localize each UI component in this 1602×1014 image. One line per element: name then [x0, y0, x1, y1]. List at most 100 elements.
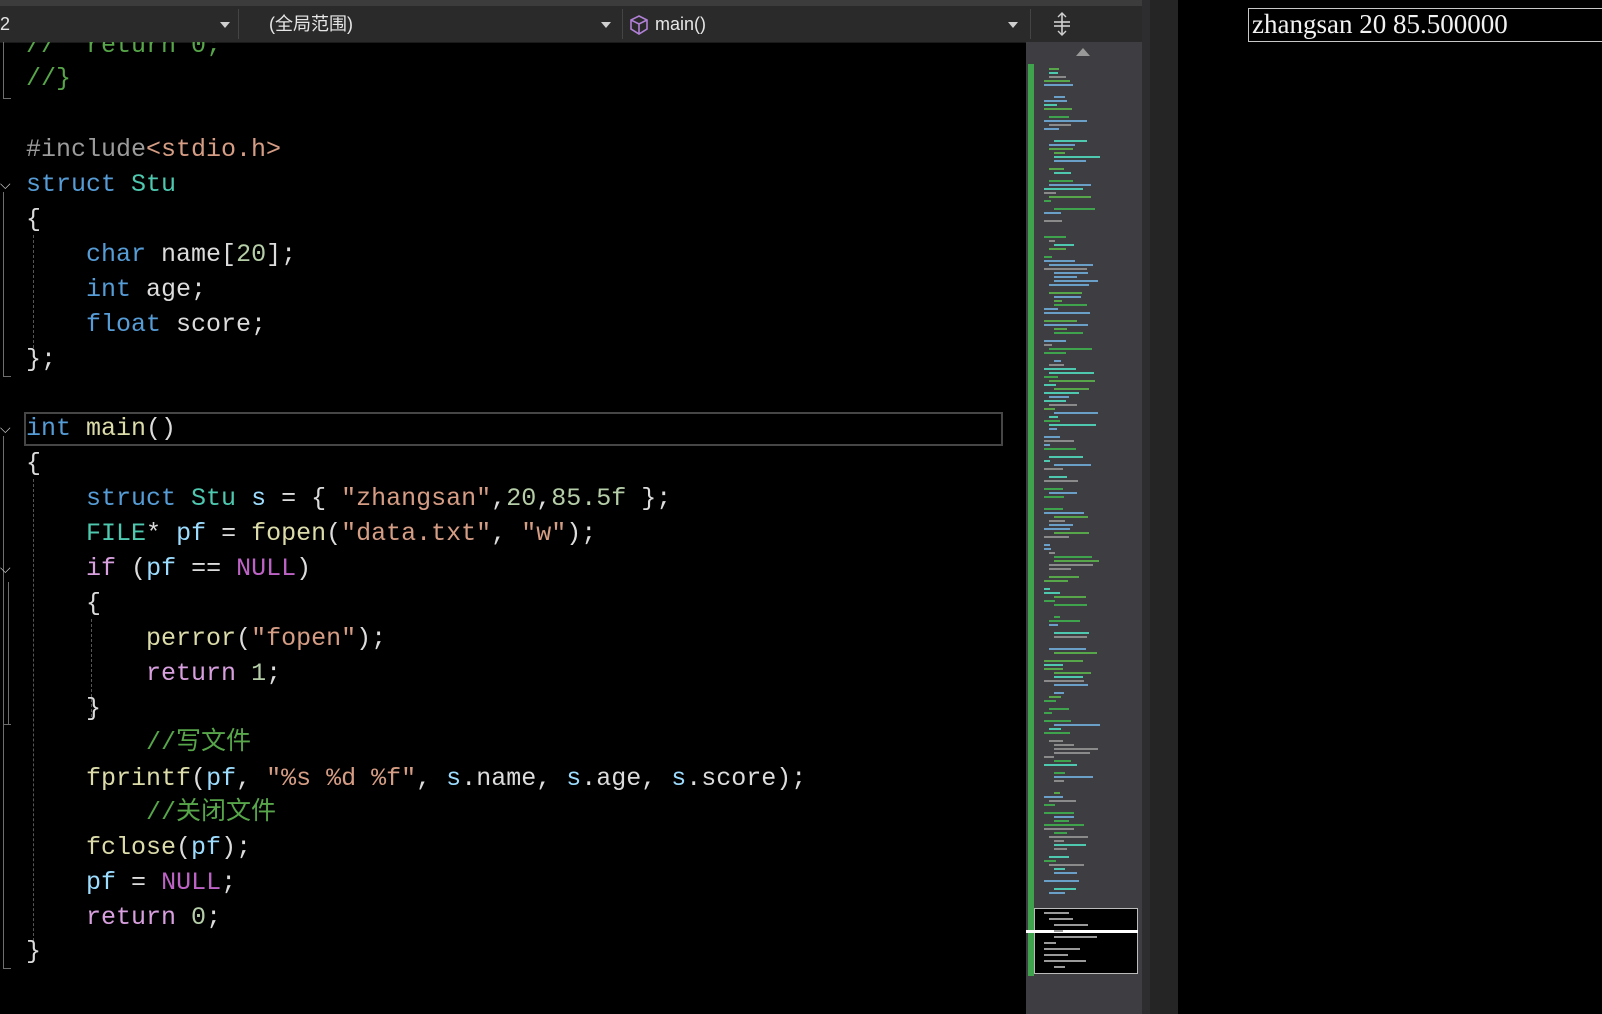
- minimap-line: [1049, 620, 1080, 622]
- project-dropdown[interactable]: 2: [0, 9, 238, 39]
- minimap-line: [1054, 304, 1087, 306]
- minimap-line: [1054, 684, 1088, 686]
- minimap-line: [1049, 264, 1093, 266]
- minimap-line: [1044, 320, 1077, 322]
- minimap-line: [1044, 236, 1066, 238]
- fold-toggle-icon[interactable]: ⌵: [0, 562, 14, 576]
- divider: [238, 9, 239, 39]
- minimap-line: [1044, 488, 1063, 490]
- minimap-line: [1044, 942, 1056, 944]
- minimap-line: [1049, 568, 1071, 570]
- minimap-line: [1054, 676, 1083, 678]
- fold-guide: [3, 42, 4, 98]
- minimap-line: [1049, 148, 1073, 150]
- minimap-line: [1054, 748, 1098, 750]
- minimap-line: [1049, 380, 1095, 382]
- minimap-line: [1044, 344, 1052, 346]
- code-line: struct Stu s = { "zhangsan",20,85.5f };: [86, 484, 672, 513]
- minimap-line: [1054, 276, 1077, 278]
- minimap-line: [1049, 76, 1066, 78]
- minimap-line: [1044, 84, 1073, 86]
- minimap-line: [1044, 420, 1060, 422]
- minimap-line: [1044, 588, 1050, 590]
- minimap-line: [1054, 848, 1067, 850]
- minimap-line: [1054, 604, 1087, 606]
- minimap-line: [1054, 516, 1088, 518]
- window-divider: [1142, 0, 1150, 1014]
- minimap-line: [1054, 152, 1065, 154]
- minimap-line: [1044, 954, 1068, 956]
- minimap-line: [1054, 936, 1097, 938]
- minimap-line: [1054, 616, 1060, 618]
- minimap-line: [1044, 468, 1063, 470]
- minimap-line: [1054, 816, 1074, 818]
- member-dropdown-label: main(): [655, 14, 707, 34]
- code-minimap[interactable]: [1040, 64, 1140, 976]
- code-line: #include<stdio.h>: [26, 135, 282, 164]
- minimap-line: [1049, 576, 1079, 578]
- minimap-line: [1044, 508, 1063, 510]
- minimap-line: [1054, 244, 1074, 246]
- minimap-line: [1044, 220, 1062, 222]
- member-dropdown[interactable]: main(): [627, 9, 1026, 39]
- change-tracking-bar: [1028, 64, 1034, 976]
- minimap-line: [1054, 832, 1067, 834]
- minimap-line: [1044, 960, 1086, 962]
- scope-dropdown-label: (全局范围): [269, 14, 353, 34]
- minimap-line: [1054, 752, 1090, 754]
- scope-dropdown[interactable]: (全局范围): [243, 9, 619, 39]
- minimap-line: [1044, 256, 1052, 258]
- code-line: float score;: [86, 310, 267, 339]
- minimap-line: [1044, 700, 1056, 702]
- minimap-line: [1044, 720, 1071, 722]
- minimap-line: [1044, 188, 1083, 190]
- minimap-line: [1044, 680, 1084, 682]
- minimap-line: [1054, 792, 1060, 794]
- fold-toggle-icon[interactable]: ⌵: [0, 178, 14, 192]
- minimap-line: [1049, 864, 1084, 866]
- minimap-line: [1044, 392, 1079, 394]
- minimap-line: [1044, 660, 1083, 662]
- minimap-line: [1044, 912, 1069, 914]
- minimap-line: [1054, 930, 1063, 932]
- split-view-button[interactable]: [1034, 6, 1090, 42]
- minimap-line: [1054, 744, 1074, 746]
- minimap-line: [1044, 444, 1050, 446]
- scroll-up-icon[interactable]: [1076, 48, 1090, 56]
- minimap-line: [1049, 856, 1069, 858]
- code-line: {: [86, 589, 102, 618]
- code-line: int age;: [86, 275, 207, 304]
- minimap-line: [1049, 456, 1083, 458]
- divider: [1030, 9, 1031, 39]
- code-line: char name[20];: [86, 240, 297, 269]
- minimap-line: [1049, 372, 1094, 374]
- code-line: fclose(pf);: [86, 833, 252, 862]
- minimap-line: [1049, 248, 1066, 250]
- fold-toggle-icon[interactable]: ⌵: [0, 422, 14, 436]
- minimap-line: [1049, 520, 1065, 522]
- fold-guide: [3, 98, 11, 99]
- fold-guide: [3, 968, 11, 969]
- minimap-line: [1044, 312, 1090, 314]
- minimap-line: [1044, 352, 1066, 354]
- minimap-line: [1049, 428, 1057, 430]
- minimap-line: [1044, 824, 1084, 826]
- minimap-line: [1054, 672, 1091, 674]
- window-divider: [1150, 0, 1178, 1014]
- minimap-line: [1044, 108, 1072, 110]
- minimap-line: [1049, 116, 1069, 118]
- code-line: perror("fopen");: [146, 624, 387, 653]
- minimap-line: [1049, 184, 1091, 186]
- code-line: struct Stu: [26, 170, 177, 199]
- code-area[interactable]: ⌵ ⌵ ⌵ // return 0; //} #include<stdio.h>…: [0, 42, 1026, 1014]
- minimap-line: [1049, 728, 1061, 730]
- minimap-line: [1049, 800, 1076, 802]
- minimap-line: [1054, 724, 1100, 726]
- minimap-line: [1049, 364, 1064, 366]
- minimap-line: [1049, 918, 1073, 920]
- minimap-line: [1044, 528, 1070, 530]
- chevron-down-icon: [601, 22, 611, 28]
- minimap-line: [1044, 512, 1084, 514]
- minimap-line: [1044, 796, 1063, 798]
- fold-guide: [3, 192, 4, 376]
